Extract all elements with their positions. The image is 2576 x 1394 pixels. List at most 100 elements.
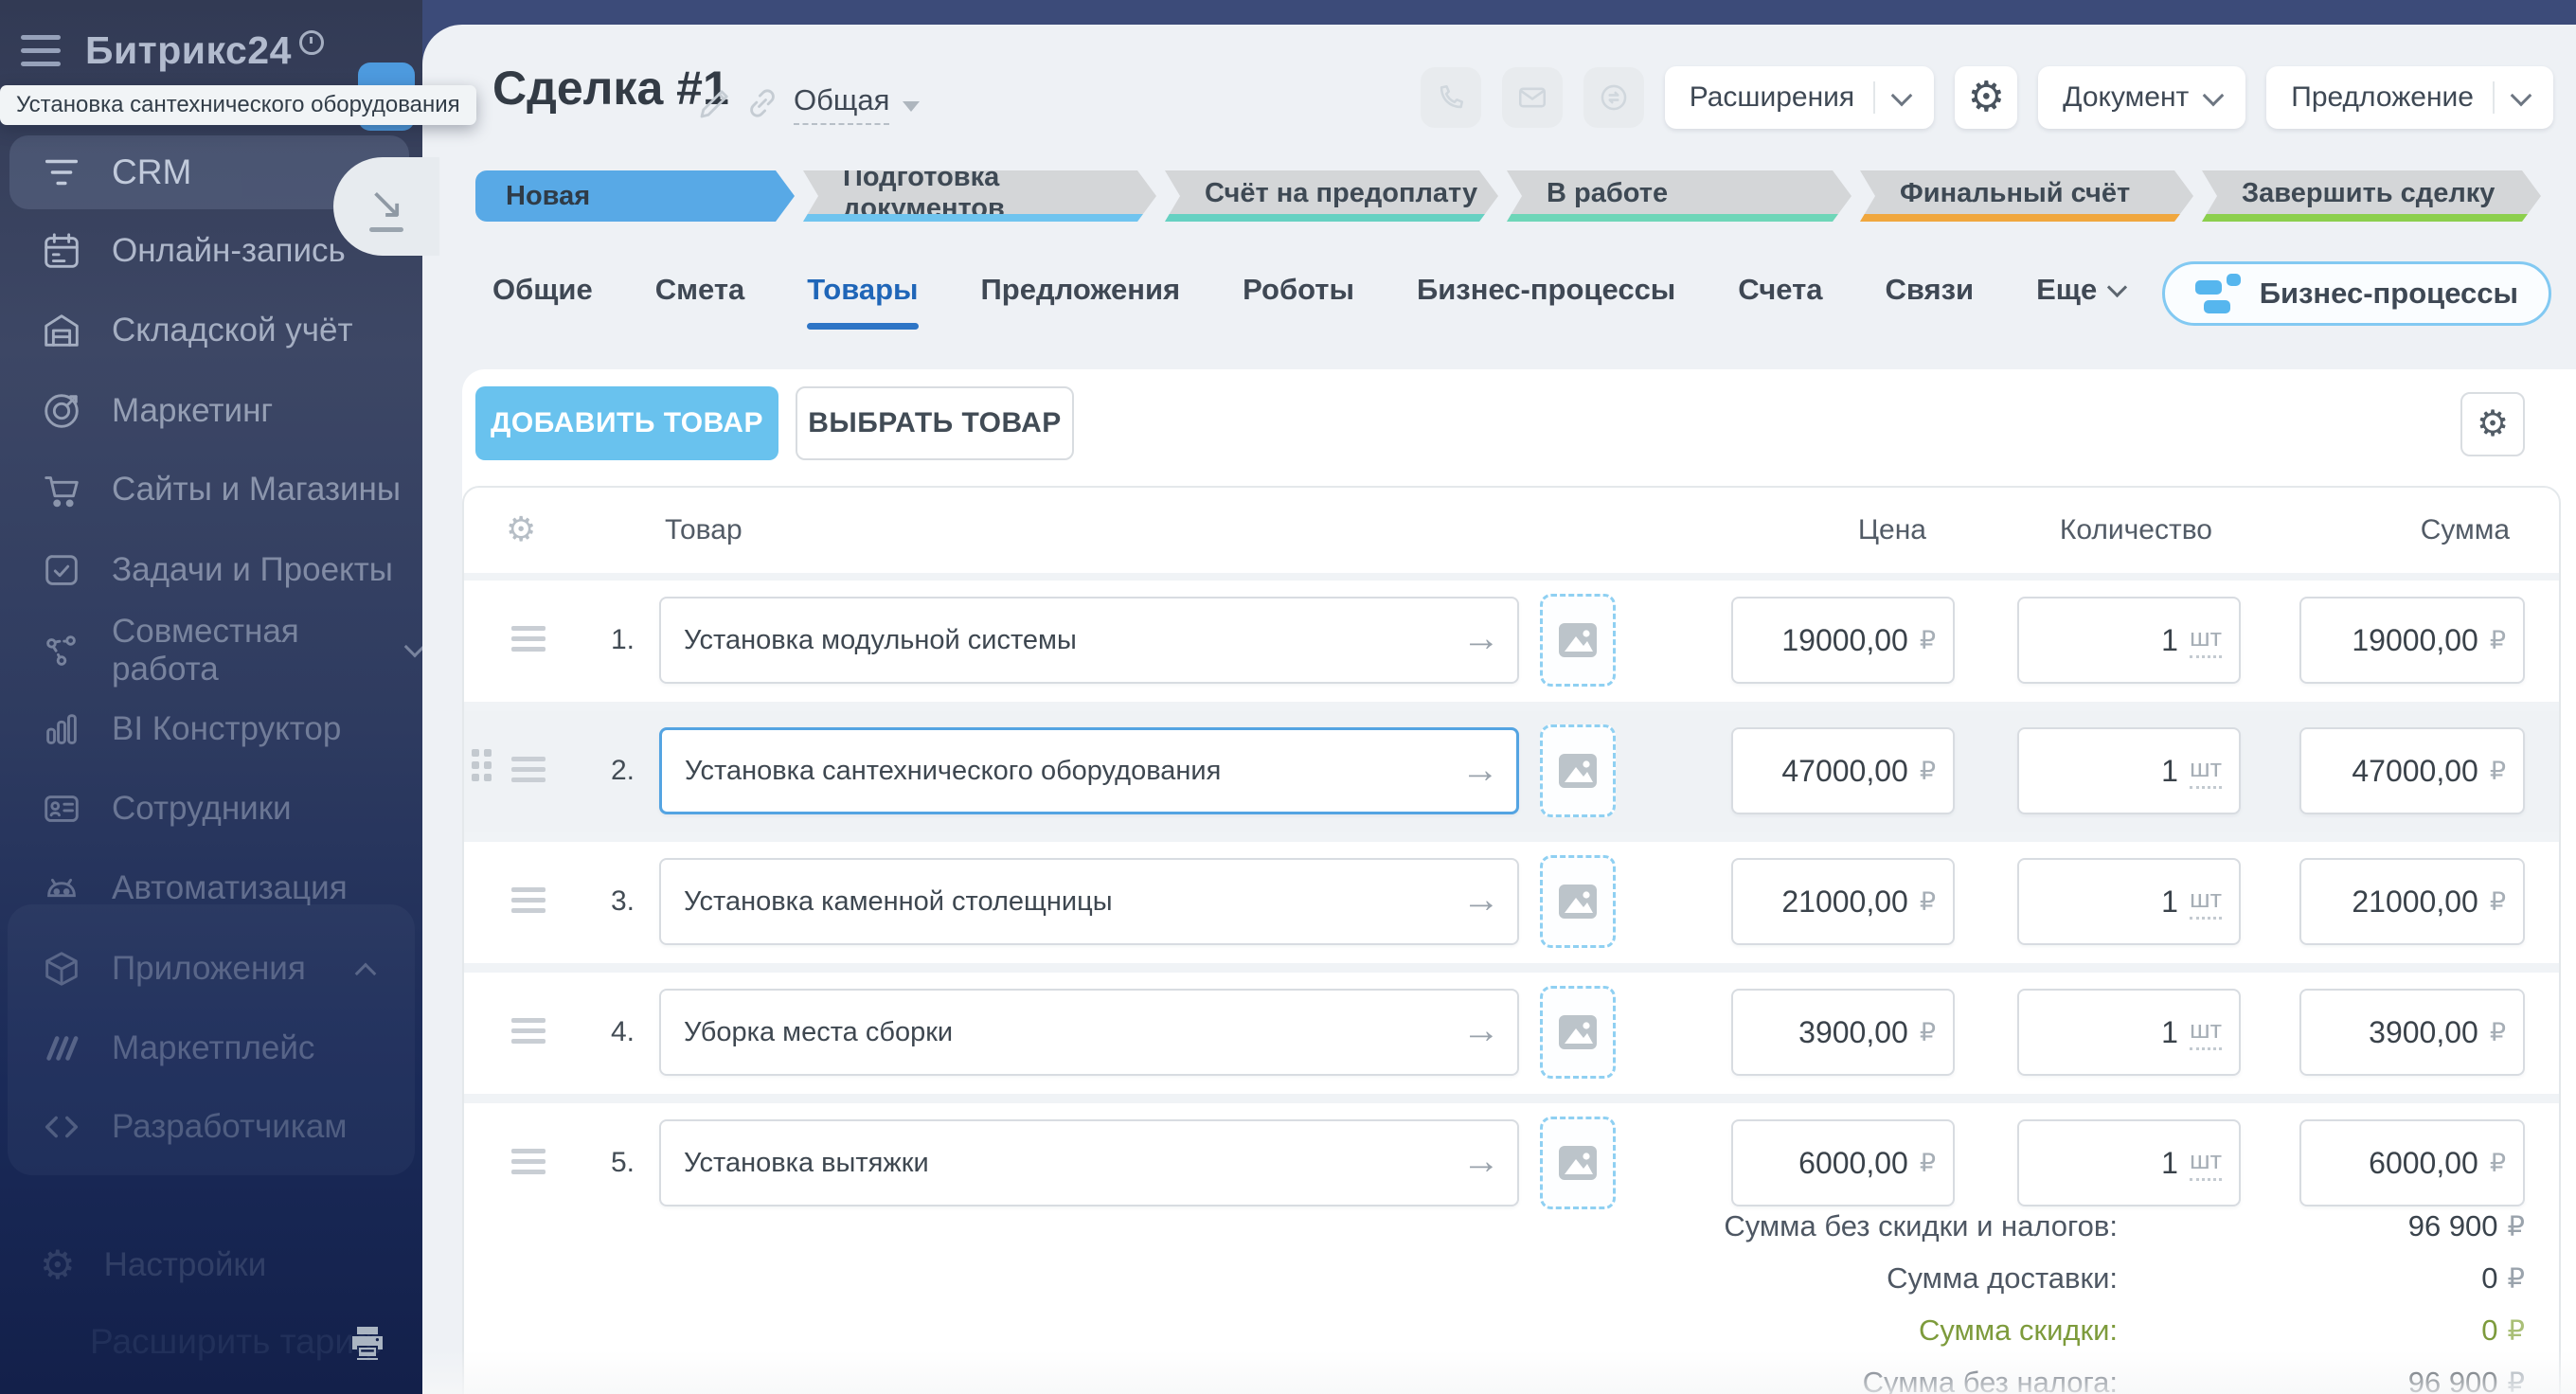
stage-close-deal[interactable]: Завершить сделку <box>2202 170 2541 222</box>
sidebar-item-inventory[interactable]: Складской учёт <box>0 291 422 370</box>
stage-new[interactable]: Новая <box>475 170 795 222</box>
printer-icon[interactable] <box>345 1320 390 1366</box>
sidebar-item-collaboration[interactable]: Совместная работа <box>0 611 422 690</box>
unit-label[interactable]: шт <box>2190 623 2222 658</box>
sum-field[interactable]: 6000,00₽ <box>2299 1119 2525 1206</box>
table-settings-button[interactable]: ⚙ <box>2460 392 2525 456</box>
sum-field[interactable]: 19000,00₽ <box>2299 597 2525 684</box>
drag-handle-icon[interactable] <box>511 626 546 652</box>
products-table: ⚙ Товар Цена Количество Сумма 1. → <box>462 486 2561 1394</box>
open-product-arrow-icon[interactable]: → <box>1462 1010 1500 1052</box>
document-button[interactable]: Документ <box>2038 66 2245 129</box>
drag-handle-icon[interactable] <box>511 1018 546 1044</box>
header-actions: Расширения ⚙ Документ Предложение <box>1421 66 2553 129</box>
crm-funnel-icon <box>40 151 83 194</box>
sidebar-item-automation[interactable]: Автоматизация <box>0 849 422 928</box>
unit-label[interactable]: шт <box>2190 1146 2222 1181</box>
sum-field[interactable]: 47000,00₽ <box>2299 727 2525 814</box>
tab-general[interactable]: Общие <box>492 273 593 330</box>
product-name-input[interactable] <box>661 886 1517 918</box>
quantity-field[interactable]: 1шт <box>2017 989 2241 1076</box>
quantity-field[interactable]: 1шт <box>2017 597 2241 684</box>
tab-invoices[interactable]: Счета <box>1738 273 1822 330</box>
pipeline-selector[interactable]: Общая <box>794 83 920 125</box>
sidebar-item-apps[interactable]: Приложения <box>0 929 422 1009</box>
sidebar-item-label: Задачи и Проекты <box>112 551 393 589</box>
currency-sign: ₽ <box>1920 626 1936 655</box>
stage-prepayment-invoice[interactable]: Счёт на предоплату <box>1165 170 1498 222</box>
sidebar-item-tasks-projects[interactable]: Задачи и Проекты <box>0 530 422 610</box>
settings-button[interactable]: ⚙ <box>1955 66 2017 129</box>
sidebar-item-employees[interactable]: Сотрудники <box>0 769 422 849</box>
sidebar-item-bi-builder[interactable]: BI Конструктор <box>0 689 422 769</box>
quantity-field[interactable]: 1шт <box>2017 727 2241 814</box>
sum-field[interactable]: 3900,00₽ <box>2299 989 2525 1076</box>
open-product-arrow-icon[interactable]: → <box>1462 879 1500 921</box>
product-image-placeholder[interactable] <box>1540 724 1616 817</box>
sum-field[interactable]: 21000,00₽ <box>2299 858 2525 945</box>
stage-color-bar <box>1507 214 1852 222</box>
tab-more[interactable]: Еще <box>2036 273 2124 330</box>
extensions-button[interactable]: Расширения <box>1665 66 1934 129</box>
columns-settings-icon[interactable]: ⚙ <box>506 512 536 546</box>
mail-icon <box>1516 81 1548 114</box>
open-product-arrow-icon[interactable]: → <box>1461 749 1499 792</box>
drag-dots-icon[interactable] <box>472 749 492 781</box>
sidebar-item-marketplace[interactable]: Маркетплейс <box>0 1009 422 1088</box>
sidebar-item-settings[interactable]: ⚙ Настройки <box>0 1225 422 1305</box>
unit-label[interactable]: шт <box>2190 885 2222 920</box>
sidebar-item-marketing[interactable]: Маркетинг <box>0 371 422 451</box>
summary-before-tax: Сумма без налога: 96 900₽ <box>464 1356 2525 1394</box>
sidebar-item-sites-stores[interactable]: Сайты и Магазины <box>0 450 422 529</box>
stage-in-progress[interactable]: В работе <box>1507 170 1852 222</box>
add-product-button[interactable]: ДОБАВИТЬ ТОВАР <box>475 386 778 460</box>
code-icon <box>40 1105 83 1149</box>
summary-discount[interactable]: Сумма скидки: 0₽ <box>464 1304 2525 1356</box>
business-processes-button[interactable]: Бизнес-процессы <box>2162 261 2551 326</box>
chevron-down-icon <box>2203 84 2225 106</box>
sidebar-item-developers[interactable]: Разработчикам <box>0 1087 422 1167</box>
drag-handle-icon[interactable] <box>511 1149 546 1174</box>
tab-estimate[interactable]: Смета <box>655 273 745 330</box>
collapse-sidebar-button[interactable]: ↘ <box>333 157 439 256</box>
product-name-input[interactable] <box>661 625 1517 656</box>
stage-final-invoice[interactable]: Финальный счёт <box>1860 170 2193 222</box>
price-field[interactable]: 47000,00₽ <box>1731 727 1955 814</box>
product-name-input[interactable] <box>662 756 1516 787</box>
tab-proposals[interactable]: Предложения <box>981 273 1181 330</box>
quantity-field[interactable]: 1шт <box>2017 858 2241 945</box>
open-product-arrow-icon[interactable]: → <box>1462 617 1500 660</box>
currency-sign: ₽ <box>2490 1149 2506 1178</box>
price-field[interactable]: 21000,00₽ <box>1731 858 1955 945</box>
proposal-button[interactable]: Предложение <box>2266 66 2553 129</box>
tab-business-processes[interactable]: Бизнес-процессы <box>1417 273 1675 330</box>
product-image-placeholder[interactable] <box>1540 986 1616 1079</box>
tab-robots[interactable]: Роботы <box>1243 273 1354 330</box>
stage-docs-preparation[interactable]: Подготовка документов <box>803 170 1156 222</box>
tab-products[interactable]: Товары <box>807 273 918 330</box>
phone-button[interactable] <box>1421 67 1481 128</box>
chat-exchange-button[interactable] <box>1583 67 1644 128</box>
open-product-arrow-icon[interactable]: → <box>1462 1140 1500 1183</box>
tab-relations[interactable]: Связи <box>1886 273 1975 330</box>
product-image-placeholder[interactable] <box>1540 1117 1616 1209</box>
quantity-field[interactable]: 1шт <box>2017 1119 2241 1206</box>
copy-link-icon[interactable] <box>742 83 782 123</box>
product-name-input[interactable] <box>661 1017 1517 1048</box>
document-label: Документ <box>2063 81 2189 114</box>
price-field[interactable]: 6000,00₽ <box>1731 1119 1955 1206</box>
upgrade-plan-link[interactable]: Расширить тариф <box>90 1322 383 1362</box>
price-field[interactable]: 3900,00₽ <box>1731 989 1955 1076</box>
product-image-placeholder[interactable] <box>1540 855 1616 948</box>
drag-handle-icon[interactable] <box>511 887 546 913</box>
stage-color-bar <box>803 214 1156 222</box>
drag-handle-icon[interactable] <box>511 757 546 782</box>
price-field[interactable]: 19000,00₽ <box>1731 597 1955 684</box>
product-image-placeholder[interactable] <box>1540 594 1616 687</box>
edit-title-icon[interactable] <box>695 83 735 123</box>
unit-label[interactable]: шт <box>2190 1015 2222 1050</box>
product-name-input[interactable] <box>661 1148 1517 1179</box>
select-product-button[interactable]: ВЫБРАТЬ ТОВАР <box>796 386 1074 460</box>
mail-button[interactable] <box>1502 67 1563 128</box>
unit-label[interactable]: шт <box>2190 754 2222 789</box>
